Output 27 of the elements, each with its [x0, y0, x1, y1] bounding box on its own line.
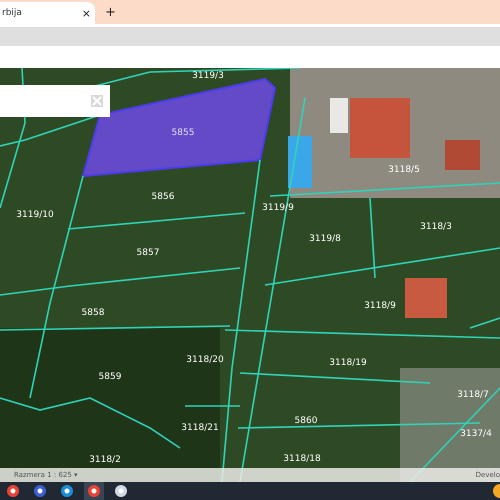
parcel-label: 5856: [152, 192, 174, 202]
parcel-label: 3118/21: [181, 423, 219, 433]
parcel-area[interactable]: [82, 78, 276, 178]
parcel-label: 5858: [82, 308, 104, 318]
browser-tab[interactable]: rbija ×: [0, 2, 95, 24]
parcel-label: 3118/18: [283, 454, 321, 464]
parcel-label: 3118/3: [420, 222, 452, 232]
parcel-label: 5855: [172, 128, 194, 138]
parcel-label: 3118/7: [457, 390, 489, 400]
parcel-label: 3118/9: [364, 301, 396, 311]
parcel-label: 3118/20: [186, 355, 224, 365]
parcel-label: 3118/19: [329, 358, 367, 368]
tab-title: rbija: [2, 8, 22, 18]
parcel-label: 5857: [136, 248, 160, 258]
parcel-label: 3119/3: [192, 71, 224, 81]
new-tab-button[interactable]: +: [105, 5, 116, 20]
parcel-label: 3119/8: [309, 234, 341, 244]
app-icon[interactable]: [84, 482, 104, 500]
parcel-label: 5859: [98, 372, 122, 382]
parcel-label: 3137/4: [460, 429, 492, 439]
parcel-label: 3118/2: [89, 455, 121, 465]
parcel-label: 5860: [294, 416, 318, 426]
parcel-label: 3118/5: [388, 165, 420, 175]
parcel-label: 3119/10: [16, 210, 54, 220]
close-icon: [91, 95, 103, 107]
tab-close-button[interactable]: ×: [82, 6, 91, 20]
pool-drawing: [288, 136, 312, 188]
